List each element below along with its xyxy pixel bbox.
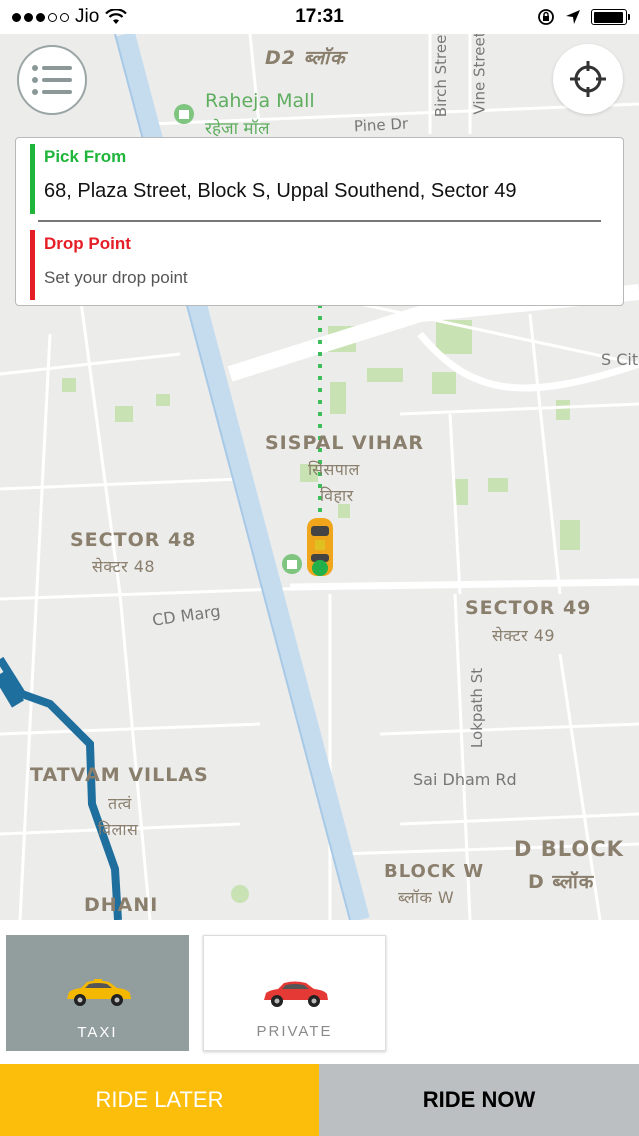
status-right — [537, 8, 630, 26]
map-label: तत्वं — [108, 794, 132, 813]
map-label: Sai Dham Rd — [413, 770, 517, 789]
location-arrow-icon — [566, 10, 580, 24]
map-label: Lokpath St — [468, 667, 487, 749]
drop-point-section[interactable]: Drop Point — [30, 228, 618, 300]
status-bar: Jio 17:31 — [0, 0, 639, 34]
vehicle-option-taxi[interactable]: TAXI — [6, 935, 189, 1051]
mall-poi-icon — [174, 104, 194, 124]
status-time: 17:31 — [295, 6, 344, 27]
map-label: D ब्लॉक — [528, 871, 595, 893]
crosshair-locate-icon — [570, 61, 606, 97]
battery-level — [593, 11, 623, 23]
battery-icon — [591, 9, 630, 25]
pick-from-title: Pick From — [44, 147, 127, 166]
taxi-car-icon — [66, 979, 131, 1006]
map-label: विलास — [98, 820, 139, 839]
map-label: D BLOCK — [514, 837, 624, 861]
map-label: Vine Street — [470, 34, 489, 115]
vehicle-label: TAXI — [77, 1024, 118, 1041]
map-label: SECTOR 48 — [70, 529, 197, 551]
drop-indicator-bar — [30, 230, 35, 300]
map-label: D2 ब्लॉक — [265, 47, 346, 69]
map-label: SISPAL VIHAR — [265, 432, 425, 454]
map-label: रहेजा मॉल — [205, 119, 270, 139]
pick-address[interactable]: 68, Plaza Street, Block S, Uppal Southen… — [44, 180, 517, 203]
map-label: Raheja Mall — [205, 90, 315, 112]
map-label: S Cit — [601, 350, 639, 369]
ride-now-button[interactable]: RIDE NOW — [319, 1064, 639, 1136]
shop-poi-icon — [282, 554, 302, 574]
pick-from-section[interactable]: Pick From 68, Plaza Street, Block S, Upp… — [30, 144, 618, 222]
hamburger-menu-icon — [32, 65, 72, 95]
rotation-lock-icon — [538, 9, 554, 25]
status-left: Jio — [12, 6, 128, 28]
map-label: Birch Street — [432, 34, 451, 118]
map-label: ब्लॉक W — [398, 888, 455, 907]
signal-strength-icon — [12, 12, 69, 22]
map-label: SECTOR 49 — [465, 597, 592, 619]
address-card: Pick From 68, Plaza Street, Block S, Upp… — [15, 137, 624, 306]
taxi-marker-icon — [307, 518, 333, 576]
map-label: सिसपाल — [308, 460, 360, 479]
locate-me-button[interactable] — [553, 44, 623, 114]
map-label: विहार — [320, 486, 354, 505]
drop-point-input[interactable] — [44, 268, 444, 288]
vehicle-label: PRIVATE — [256, 1023, 333, 1040]
map-label: BLOCK W — [384, 861, 485, 882]
map-label: सेक्टर 48 — [92, 557, 156, 576]
ride-later-button[interactable]: RIDE LATER — [0, 1064, 319, 1136]
map-label: सेक्टर 49 — [492, 626, 556, 645]
map-label: Pine Dr — [353, 114, 409, 136]
drop-point-title: Drop Point — [44, 234, 131, 253]
map-label: TATVAM VILLAS — [30, 764, 209, 786]
private-car-icon — [263, 981, 328, 1007]
carrier-name: Jio — [75, 6, 100, 27]
map-label: DHANI — [84, 894, 159, 916]
wifi-icon — [105, 9, 128, 24]
card-divider — [38, 220, 601, 222]
pick-indicator-bar — [30, 144, 35, 214]
menu-button[interactable] — [17, 45, 87, 115]
vehicle-option-private[interactable]: PRIVATE — [203, 935, 386, 1051]
vehicle-selector: TAXI PRIVATE — [0, 920, 639, 1064]
